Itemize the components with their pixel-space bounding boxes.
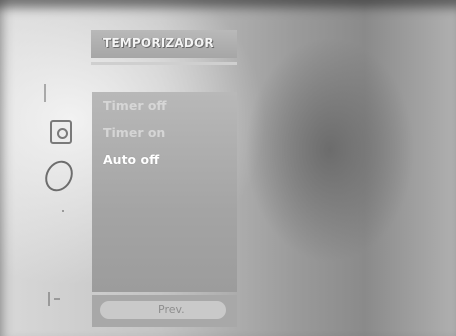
- menu-item-timer-on[interactable]: Timer on: [103, 125, 167, 152]
- dot-icon: [62, 210, 64, 212]
- menu-item-timer-off[interactable]: Timer off: [103, 98, 167, 125]
- header-divider: [91, 62, 237, 65]
- prev-button-label: Prev.: [158, 303, 185, 316]
- tv-osd-screen: TEMPORIZADOR Timer off Timer on Auto off…: [0, 0, 456, 336]
- menu-panel: Timer off Timer on Auto off: [92, 92, 237, 292]
- menu-header: TEMPORIZADOR: [91, 30, 237, 58]
- exit-icon[interactable]: [48, 292, 62, 306]
- menu-title: TEMPORIZADOR: [103, 36, 214, 50]
- menu-list: Timer off Timer on Auto off: [103, 98, 167, 179]
- ring-icon[interactable]: [39, 155, 79, 197]
- timer-icon[interactable]: [50, 120, 72, 144]
- side-icon-rail: [30, 28, 90, 328]
- prev-button[interactable]: Prev.: [100, 301, 226, 319]
- footer-bar: Prev.: [92, 295, 237, 327]
- menu-item-auto-off[interactable]: Auto off: [103, 152, 167, 179]
- bracket-icon[interactable]: [44, 84, 52, 102]
